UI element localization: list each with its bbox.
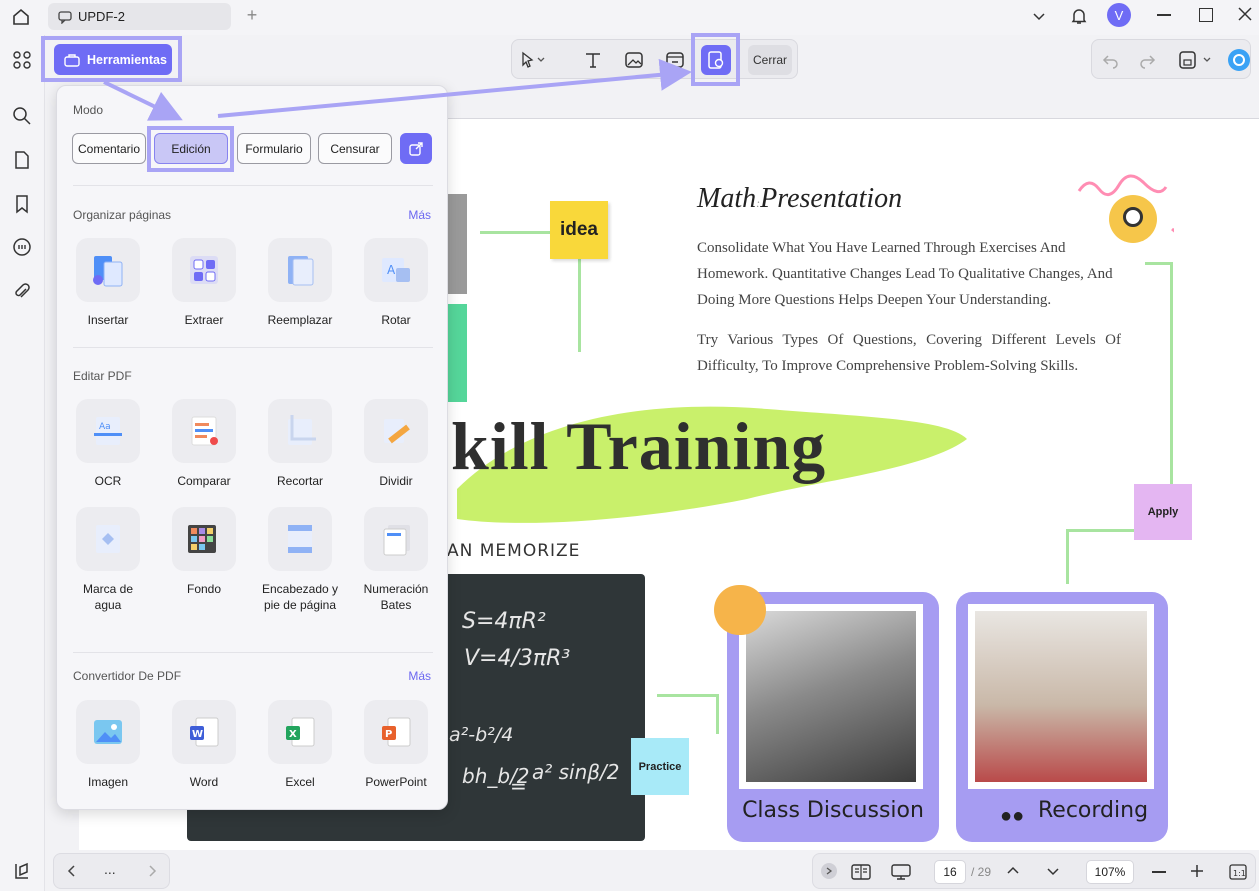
presentation-icon[interactable] [891, 863, 911, 886]
actual-size-icon[interactable]: 1:1 [1229, 863, 1247, 886]
svg-text:1:1: 1:1 [1233, 869, 1246, 878]
more-options[interactable]: ... [104, 861, 116, 877]
tutorial-arrows [103, 58, 692, 121]
page-up-icon[interactable] [1006, 864, 1020, 883]
collapse-icon[interactable] [821, 863, 837, 879]
page-down-icon[interactable] [1046, 864, 1060, 883]
page-number-input[interactable]: 16 [934, 860, 966, 884]
zoom-level-input[interactable]: 107% [1086, 860, 1134, 884]
next-arrow-icon[interactable] [146, 864, 158, 883]
zoom-controls-pill: 16 / 29 107% 1:1 [812, 853, 1256, 889]
zoom-in-button[interactable] [1190, 864, 1204, 883]
reading-mode-icon[interactable] [851, 863, 871, 886]
page-nav-pill: ... [53, 853, 170, 889]
prev-arrow-icon[interactable] [66, 864, 78, 883]
page-total: / 29 [971, 865, 992, 879]
zoom-out-button[interactable] [1152, 871, 1166, 873]
